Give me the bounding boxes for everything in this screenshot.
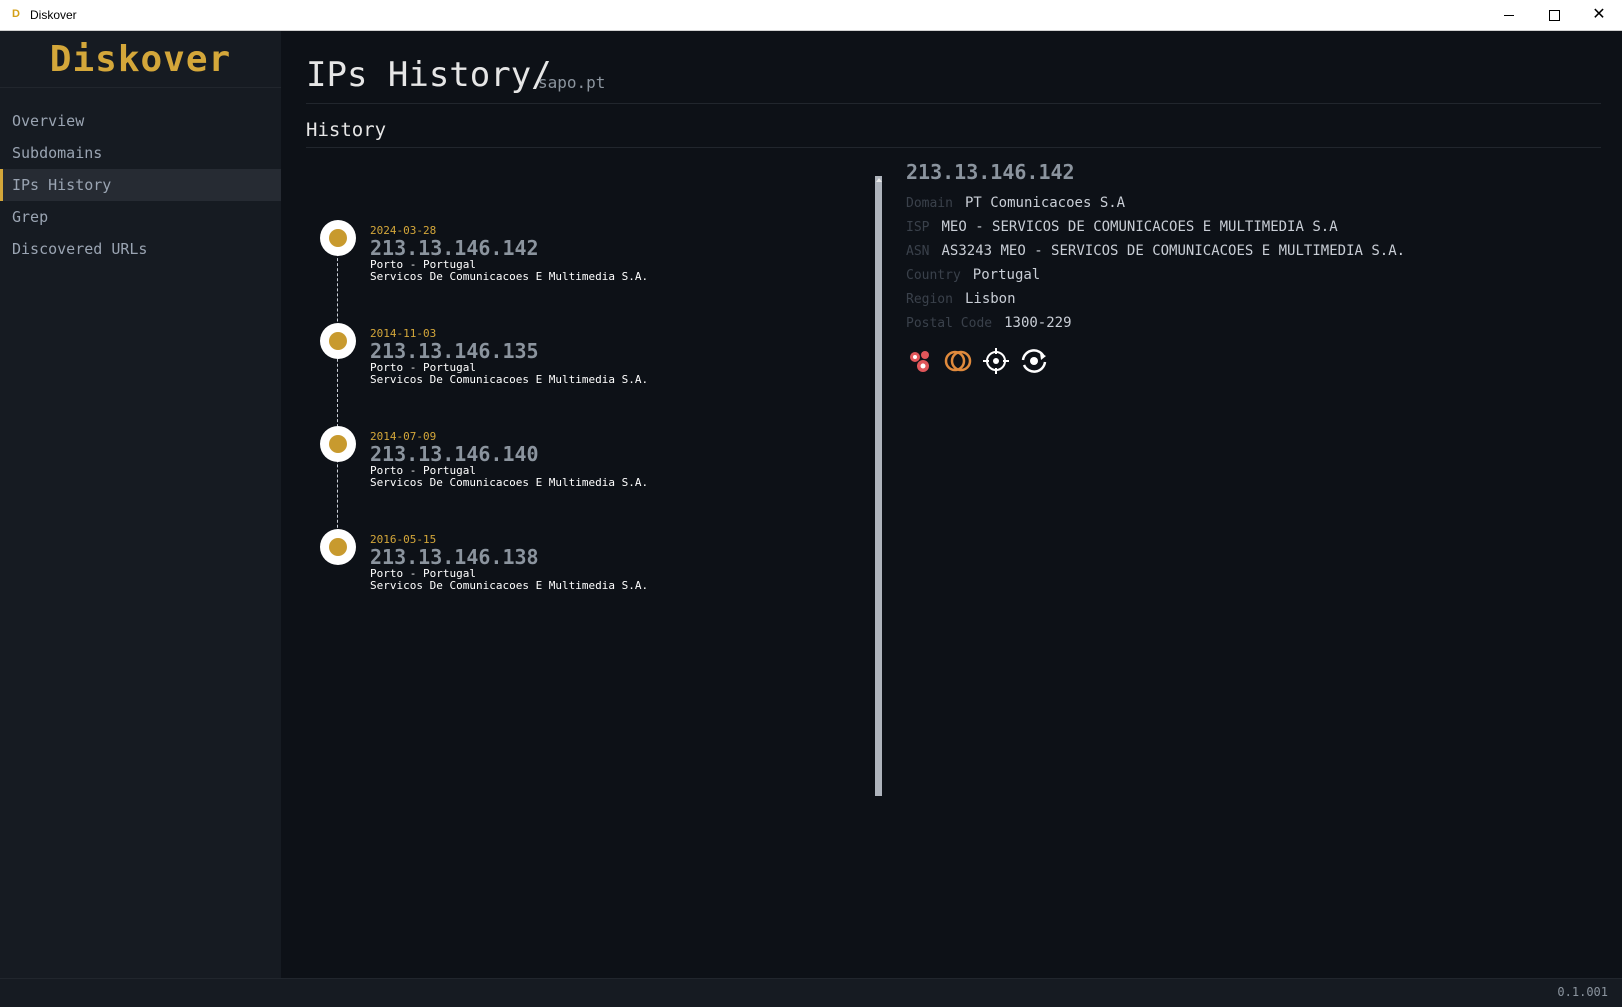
orange-rings-icon[interactable] bbox=[944, 347, 972, 375]
detail-row-postal-code: Postal Code 1300-229 bbox=[906, 311, 1606, 335]
section-title: History bbox=[306, 119, 1601, 148]
timeline-ip: 213.13.146.138 bbox=[370, 545, 539, 569]
detail-value: AS3243 MEO - SERVICOS DE COMUNICACOES E … bbox=[941, 243, 1406, 259]
timeline-org: Servicos De Comunicacoes E Multimedia S.… bbox=[370, 270, 649, 283]
maximize-icon bbox=[1548, 9, 1560, 21]
timeline-org: Servicos De Comunicacoes E Multimedia S.… bbox=[370, 373, 649, 386]
detail-row-country: Country Portugal bbox=[906, 263, 1606, 287]
version-label: 0.1.001 bbox=[1557, 985, 1608, 999]
minimize-icon bbox=[1504, 14, 1514, 16]
timeline-dot-icon bbox=[320, 220, 356, 256]
timeline-item[interactable]: 2016-05-15 213.13.146.138 Porto - Portug… bbox=[316, 525, 836, 605]
detail-value: Lisbon bbox=[964, 291, 1016, 307]
app-logo: Diskover bbox=[0, 31, 281, 88]
detail-row-region: Region Lisbon bbox=[906, 287, 1606, 311]
external-links bbox=[906, 347, 1606, 375]
sidebar-item-grep[interactable]: Grep bbox=[0, 201, 281, 233]
main-content: IPs History/ sapo.pt History 2024-03-28 … bbox=[281, 31, 1622, 978]
sidebar-item-ips-history[interactable]: IPs History bbox=[0, 169, 281, 201]
sidebar-item-discovered-urls[interactable]: Discovered URLs bbox=[0, 233, 281, 265]
detail-value: 1300-229 bbox=[1004, 315, 1072, 331]
timeline-item[interactable]: 2014-07-09 213.13.146.140 Porto - Portug… bbox=[316, 422, 836, 502]
detail-label: ASN bbox=[906, 244, 930, 259]
minimize-button[interactable] bbox=[1486, 0, 1532, 30]
window-title: Diskover bbox=[30, 8, 77, 22]
status-bar: 0.1.001 bbox=[0, 978, 1622, 1007]
close-button[interactable]: ✕ bbox=[1576, 0, 1622, 30]
maximize-button[interactable] bbox=[1531, 0, 1577, 30]
scroll-up-icon[interactable] bbox=[876, 178, 882, 182]
detail-label: Region bbox=[906, 292, 953, 307]
timeline-dot-icon bbox=[320, 426, 356, 462]
window-titlebar: D Diskover ✕ bbox=[0, 0, 1622, 31]
detail-row-isp: ISP MEO - SERVICOS DE COMUNICACOES E MULT… bbox=[906, 215, 1606, 239]
timeline-ip: 213.13.146.135 bbox=[370, 339, 539, 363]
sidebar-item-overview[interactable]: Overview bbox=[0, 105, 281, 137]
detail-label: ISP bbox=[906, 220, 930, 235]
timeline-item[interactable]: 2014-11-03 213.13.146.135 Porto - Portug… bbox=[316, 319, 836, 399]
detail-value: MEO - SERVICOS DE COMUNICACOES E MULTIME… bbox=[941, 219, 1338, 235]
detail-value: Portugal bbox=[972, 267, 1041, 283]
history-timeline: 2024-03-28 213.13.146.142 Porto - Portug… bbox=[316, 216, 846, 636]
timeline-item[interactable]: 2024-03-28 213.13.146.142 Porto - Portug… bbox=[316, 216, 836, 296]
red-dots-icon[interactable] bbox=[906, 347, 934, 375]
sidebar-nav: Overview Subdomains IPs History Grep Dis… bbox=[0, 105, 281, 265]
timeline-org: Servicos De Comunicacoes E Multimedia S.… bbox=[370, 476, 649, 489]
crosshair-icon[interactable] bbox=[982, 347, 1010, 375]
refresh-eye-icon[interactable] bbox=[1020, 347, 1048, 375]
ip-detail-panel: 213.13.146.142 Domain PT Comunicacoes S.A… bbox=[906, 159, 1606, 375]
detail-value: PT Comunicacoes S.A bbox=[964, 195, 1126, 211]
app-icon: D bbox=[12, 8, 20, 20]
sidebar: Diskover Overview Subdomains IPs History… bbox=[0, 31, 281, 978]
detail-label: Domain bbox=[906, 196, 953, 211]
detail-row-asn: ASN AS3243 MEO - SERVICOS DE COMUNICACOES… bbox=[906, 239, 1606, 263]
sidebar-item-subdomains[interactable]: Subdomains bbox=[0, 137, 281, 169]
detail-row-domain: Domain PT Comunicacoes S.A bbox=[906, 191, 1606, 215]
timeline-dot-icon bbox=[320, 529, 356, 565]
timeline-ip: 213.13.146.140 bbox=[370, 442, 539, 466]
timeline-dot-icon bbox=[320, 323, 356, 359]
page-domain: sapo.pt bbox=[538, 73, 606, 92]
detail-label: Country bbox=[906, 268, 961, 283]
timeline-ip: 213.13.146.142 bbox=[370, 236, 539, 260]
timeline-org: Servicos De Comunicacoes E Multimedia S.… bbox=[370, 579, 649, 592]
timeline-scrollbar[interactable] bbox=[875, 176, 882, 796]
detail-label: Postal Code bbox=[906, 316, 993, 331]
page-header: IPs History/ sapo.pt bbox=[306, 51, 1601, 104]
close-icon: ✕ bbox=[1592, 6, 1606, 23]
page-title: IPs History/ bbox=[306, 55, 552, 95]
detail-ip: 213.13.146.142 bbox=[906, 160, 1075, 184]
